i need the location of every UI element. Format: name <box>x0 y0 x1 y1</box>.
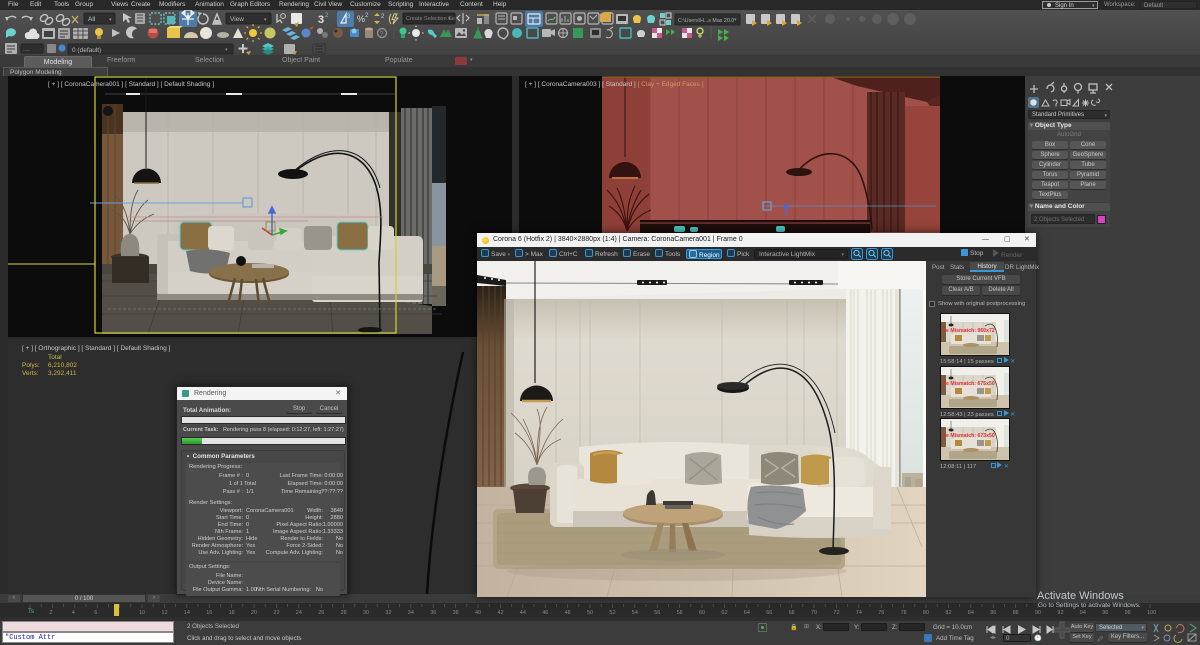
svg-text:6,210,802: 6,210,802 <box>48 362 77 369</box>
svg-text:....: .... <box>23 47 30 53</box>
svg-text:56: 56 <box>654 610 660 616</box>
svg-text:2: 2 <box>365 13 369 19</box>
svg-text:26: 26 <box>318 610 324 616</box>
svg-text:48: 48 <box>565 610 571 616</box>
svg-text:?: ? <box>380 31 384 38</box>
svg-text:36: 36 <box>430 610 436 616</box>
svg-text:50: 50 <box>587 610 593 616</box>
svg-text:22: 22 <box>273 610 279 616</box>
svg-text:ize Mismatch: 673x50: ize Mismatch: 673x50 <box>942 433 995 439</box>
svg-text:12: 12 <box>161 610 167 616</box>
svg-text:Ts: Ts <box>28 609 34 615</box>
svg-text:32: 32 <box>385 610 391 616</box>
svg-text:Verts:: Verts: <box>22 370 39 377</box>
svg-text:46: 46 <box>542 610 548 616</box>
svg-text:44: 44 <box>520 610 526 616</box>
svg-text:24: 24 <box>296 610 302 616</box>
svg-text:3: 3 <box>318 14 324 26</box>
svg-text:88: 88 <box>1013 610 1019 616</box>
svg-text:62: 62 <box>721 610 727 616</box>
svg-text:%: % <box>357 14 365 24</box>
svg-text:64: 64 <box>744 610 750 616</box>
svg-text:View: View <box>230 16 244 23</box>
svg-text:38: 38 <box>453 610 459 616</box>
svg-text:4: 4 <box>72 610 75 616</box>
svg-text:20: 20 <box>251 610 257 616</box>
svg-text:72: 72 <box>833 610 839 616</box>
svg-text:14: 14 <box>184 610 190 616</box>
svg-text:94: 94 <box>1080 610 1086 616</box>
svg-text:86: 86 <box>990 610 996 616</box>
svg-text:2: 2 <box>49 610 52 616</box>
svg-text:Total: Total <box>48 354 62 361</box>
svg-text:100: 100 <box>1147 610 1156 616</box>
svg-text:Polys:: Polys: <box>22 362 40 369</box>
svg-text:40: 40 <box>475 610 481 616</box>
svg-text:74: 74 <box>856 610 862 616</box>
svg-text:70: 70 <box>811 610 817 616</box>
svg-text:16: 16 <box>206 610 212 616</box>
svg-text:0 (default): 0 (default) <box>72 47 101 54</box>
svg-text:54: 54 <box>632 610 638 616</box>
svg-text:60: 60 <box>699 610 705 616</box>
svg-text:30: 30 <box>363 610 369 616</box>
svg-text:42: 42 <box>497 610 503 616</box>
svg-text:ize Mismatch: 675x50: ize Mismatch: 675x50 <box>942 381 995 387</box>
svg-text:82: 82 <box>945 610 951 616</box>
svg-text:80: 80 <box>923 610 929 616</box>
svg-text:All: All <box>88 16 96 23</box>
svg-text:10: 10 <box>139 610 145 616</box>
svg-text:66: 66 <box>766 610 772 616</box>
svg-text:68: 68 <box>789 610 795 616</box>
svg-text:34: 34 <box>408 610 414 616</box>
svg-text:84: 84 <box>968 610 974 616</box>
svg-text:2: 2 <box>325 13 329 19</box>
svg-text:58: 58 <box>677 610 683 616</box>
svg-text:ize Mismatch: 960x72: ize Mismatch: 960x72 <box>942 328 995 334</box>
svg-text:78: 78 <box>901 610 907 616</box>
svg-text:3,292,411: 3,292,411 <box>48 370 77 377</box>
svg-text:96: 96 <box>1102 610 1108 616</box>
svg-text:2: 2 <box>381 14 385 20</box>
svg-text:C:\Users\H...s Max 20.0: C:\Users\H...s Max 20.0 <box>678 18 734 24</box>
svg-text:98: 98 <box>1125 610 1131 616</box>
svg-text:6: 6 <box>94 610 97 616</box>
svg-text:90: 90 <box>1035 610 1041 616</box>
svg-text:28: 28 <box>341 610 347 616</box>
svg-text:18: 18 <box>229 610 235 616</box>
svg-text:92: 92 <box>1057 610 1063 616</box>
svg-text:52: 52 <box>609 610 615 616</box>
svg-text:76: 76 <box>878 610 884 616</box>
